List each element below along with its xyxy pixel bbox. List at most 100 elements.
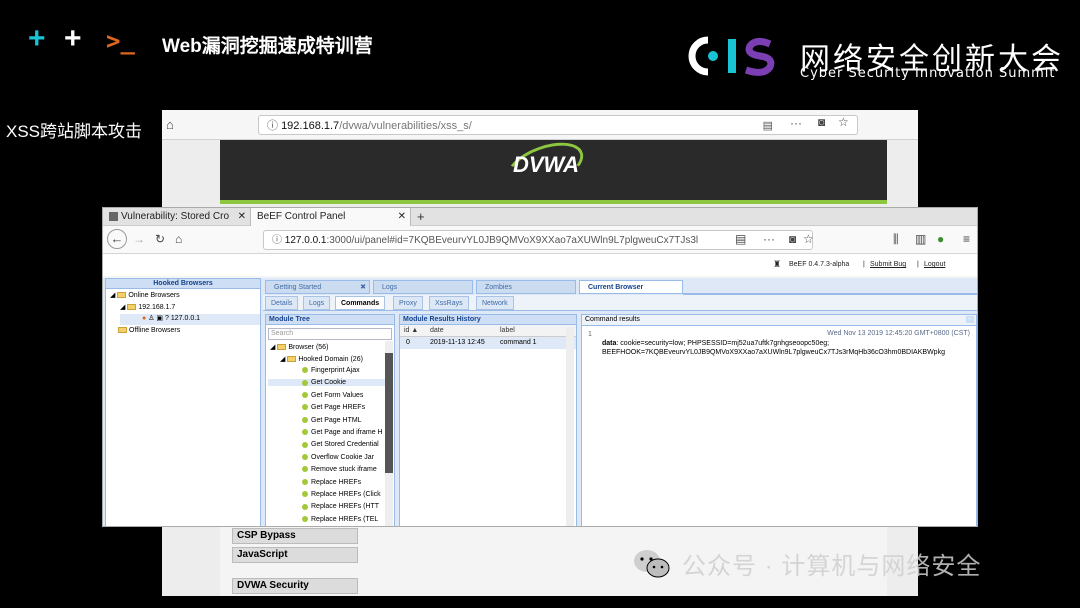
sidebar-icon[interactable]: ▥ bbox=[915, 232, 926, 246]
home-icon[interactable]: ⌂ bbox=[175, 232, 182, 246]
module-status-icon bbox=[302, 379, 308, 386]
separator: | bbox=[917, 261, 919, 268]
firefox-icon: ● bbox=[142, 315, 147, 322]
module-item-label: Get Form Values bbox=[311, 391, 364, 399]
module-item-label: Fingerprint Ajax bbox=[311, 367, 360, 374]
dvwa-url-bar[interactable]: ⓘ 192.168.1.7/dvwa/vulnerabilities/xss_s… bbox=[258, 115, 858, 135]
dvwa-toolbar: ⌂ ⓘ 192.168.1.7/dvwa/vulnerabilities/xss… bbox=[162, 110, 918, 140]
col-id[interactable]: id ▲ bbox=[404, 327, 418, 334]
collapse-icon[interactable]: − bbox=[965, 316, 974, 323]
offline-browsers-node[interactable]: Offline Browsers bbox=[118, 327, 180, 334]
more-icon[interactable]: ··· bbox=[763, 232, 775, 246]
tab-logs[interactable]: Logs bbox=[303, 296, 331, 310]
tab-getting-started-label: Getting Started bbox=[274, 284, 322, 291]
module-status-icon bbox=[302, 466, 308, 473]
browser-node[interactable]: ◢ Browser (56) bbox=[270, 343, 328, 351]
close-icon[interactable]: ✖ bbox=[360, 281, 366, 295]
back-icon[interactable]: ← bbox=[107, 229, 127, 249]
module-search-input[interactable]: Search bbox=[268, 328, 392, 340]
info-icon: ⓘ bbox=[267, 120, 282, 132]
submit-bug-link[interactable]: Submit Bug bbox=[870, 261, 906, 268]
reload-icon[interactable]: ↻ bbox=[155, 232, 165, 246]
reader-icon[interactable]: ▤ bbox=[763, 116, 773, 136]
tab-strip: Vulnerability: Stored Cro ✕ BeEF Control… bbox=[103, 208, 977, 226]
menu-csp-bypass[interactable]: CSP Bypass bbox=[232, 528, 358, 544]
data-label: data bbox=[602, 340, 617, 347]
module-item[interactable]: Replace HREFs (HTT bbox=[268, 503, 386, 510]
tab-getting-started[interactable]: Getting Started ✖ bbox=[265, 280, 370, 294]
expand-icon: ◢ bbox=[110, 292, 118, 299]
tab-xssrays[interactable]: XssRays bbox=[429, 296, 469, 310]
cis-logo bbox=[688, 36, 775, 76]
dvwa-banner: DVWA bbox=[220, 133, 887, 204]
col-label[interactable]: label bbox=[500, 327, 515, 334]
module-item[interactable]: Get Cookie bbox=[268, 379, 386, 387]
module-item[interactable]: Get Page HREFs bbox=[268, 404, 386, 411]
module-status-icon bbox=[302, 478, 308, 485]
home-icon[interactable]: ⌂ bbox=[166, 117, 174, 132]
info-icon: ⓘ bbox=[272, 235, 285, 246]
close-icon[interactable]: ✕ bbox=[398, 208, 406, 226]
beef-browser-window: Vulnerability: Stored Cro ✕ BeEF Control… bbox=[102, 207, 978, 527]
tab-network[interactable]: Network bbox=[476, 296, 514, 310]
expand-icon: ◢ bbox=[280, 356, 288, 363]
module-status-icon bbox=[302, 391, 308, 398]
beef-url-bar[interactable]: ⓘ 127.0.0.1:3000/ui/panel#id=7KQBEveurvY… bbox=[263, 230, 813, 250]
module-status-icon bbox=[302, 416, 308, 423]
forward-icon[interactable]: → bbox=[133, 232, 145, 246]
module-item[interactable]: Remove stuck iframe bbox=[268, 466, 386, 473]
pocket-icon[interactable]: ◙ bbox=[789, 232, 796, 246]
extension-icon[interactable]: ● bbox=[937, 232, 944, 246]
module-status-icon bbox=[302, 515, 308, 522]
module-item[interactable]: Get Page and iframe H bbox=[268, 429, 386, 436]
offline-browsers-label: Offline Browsers bbox=[129, 327, 181, 334]
side-label: XSS跨站脚本攻击 bbox=[6, 122, 143, 141]
ip-node[interactable]: ◢ 192.168.1.7 bbox=[120, 303, 175, 311]
reader-icon[interactable]: ▤ bbox=[735, 232, 747, 246]
beef-header-bar: ♜ BeEF 0.4.7.3-alpha | Submit Bug | Logo… bbox=[103, 254, 977, 276]
module-item[interactable]: Replace HREFs bbox=[268, 479, 386, 486]
tab-beef-label: BeEF Control Panel bbox=[257, 211, 346, 222]
hooked-browser-row[interactable]: ● ♙ ▣ ? 127.0.0.1 bbox=[120, 314, 260, 325]
module-item[interactable]: Fingerprint Ajax bbox=[268, 367, 386, 374]
hooked-domain-node[interactable]: ◢ Hooked Domain (26) bbox=[280, 355, 363, 363]
module-status-icon bbox=[302, 503, 308, 510]
module-item[interactable]: Overflow Cookie Jar bbox=[268, 454, 386, 461]
module-item[interactable]: Get Page HTML bbox=[268, 417, 386, 424]
scrollbar[interactable] bbox=[566, 327, 574, 526]
menu-dvwa-security[interactable]: DVWA Security bbox=[232, 578, 358, 594]
bookmark-star-icon[interactable]: ☆ bbox=[803, 232, 814, 246]
close-icon[interactable]: ✕ bbox=[238, 208, 246, 226]
tab-details[interactable]: Details bbox=[265, 296, 299, 310]
tab-logs-top[interactable]: Logs bbox=[373, 280, 473, 294]
scrollbar-thumb[interactable] bbox=[385, 353, 393, 473]
col-date[interactable]: date bbox=[430, 327, 444, 334]
library-icon[interactable]: ⫼ bbox=[893, 232, 899, 247]
module-item-label: Get Cookie bbox=[311, 379, 347, 387]
tab-dvwa[interactable]: Vulnerability: Stored Cro ✕ bbox=[103, 208, 251, 226]
dvwa-url-host: 192.168.1.7 bbox=[281, 120, 340, 132]
tab-commands[interactable]: Commands bbox=[335, 296, 386, 310]
menu-icon[interactable]: ≡ bbox=[963, 232, 970, 246]
module-item[interactable]: Get Form Values bbox=[268, 392, 386, 399]
more-icon[interactable]: ··· bbox=[790, 116, 802, 130]
logout-link[interactable]: Logout bbox=[924, 261, 945, 268]
results-grid-header: id ▲ date label bbox=[400, 325, 576, 337]
table-row[interactable]: 0 2019-11-13 12:45 command 1 bbox=[400, 337, 576, 349]
folder-icon bbox=[277, 344, 287, 351]
module-item-label: Overflow Cookie Jar bbox=[311, 453, 375, 461]
online-browsers-node[interactable]: ◢ Online Browsers bbox=[110, 291, 180, 299]
module-item[interactable]: Replace HREFs (Click bbox=[268, 491, 386, 498]
tab-proxy[interactable]: Proxy bbox=[393, 296, 423, 310]
tab-current-browser[interactable]: Current Browser bbox=[579, 280, 683, 294]
new-tab-icon[interactable]: + bbox=[417, 208, 425, 225]
bookmark-star-icon[interactable]: ☆ bbox=[838, 115, 849, 129]
pocket-icon[interactable]: ◙ bbox=[818, 115, 825, 129]
tab-beef[interactable]: BeEF Control Panel ✕ bbox=[251, 208, 411, 226]
menu-javascript[interactable]: JavaScript bbox=[232, 547, 358, 563]
module-item[interactable]: Get Stored Credential bbox=[268, 441, 386, 448]
module-item-label: Get Page HREFs bbox=[311, 404, 366, 412]
module-status-icon bbox=[302, 453, 308, 460]
tab-zombies[interactable]: Zombies bbox=[476, 280, 576, 294]
module-item[interactable]: Replace HREFs (TEL bbox=[268, 516, 386, 523]
